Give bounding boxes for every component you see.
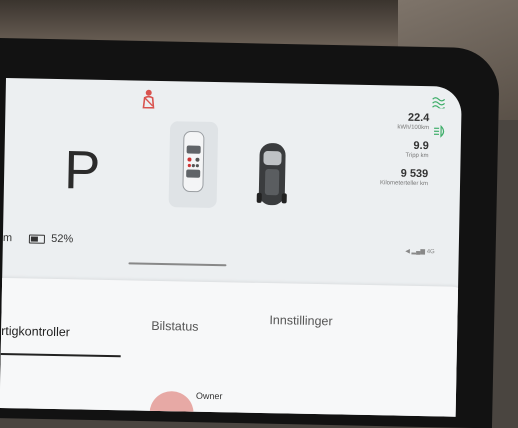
bluetooth-icon: ◀ — [405, 249, 410, 255]
range-readout: m 52% — [3, 232, 74, 245]
headlight-icon[interactable] — [433, 124, 447, 138]
odometer-value: 9 539 — [380, 167, 428, 180]
touchscreen: P 22.4 kWh/100km 9.9 Tripp — [0, 78, 462, 417]
signal-status: ◀ ▂▄▆ 4G — [405, 248, 435, 256]
trip-value: 9.9 — [381, 139, 429, 152]
range-unit: m — [3, 232, 12, 244]
odometer-label: Kilometerteller km — [380, 179, 428, 188]
gear-indicator[interactable]: P — [64, 139, 101, 202]
tab-quick-controls[interactable]: rtigkontroller — [1, 324, 70, 339]
trip-stats[interactable]: 22.4 kWh/100km 9.9 Tripp km 9 539 Kilome… — [380, 111, 430, 196]
battery-icon — [29, 234, 45, 243]
drawer-handle[interactable] — [128, 262, 226, 266]
battery-percent: 52% — [51, 233, 73, 245]
network-type: 4G — [427, 249, 435, 255]
tab-car-status[interactable]: Bilstatus — [151, 319, 199, 334]
signal-bars-icon: ▂▄▆ — [412, 249, 426, 255]
seatbelt-warning-icon — [141, 89, 155, 109]
energy-value: 22.4 — [381, 111, 429, 124]
energy-label: kWh/100km — [381, 123, 429, 132]
car-top-view-icon[interactable] — [181, 129, 206, 193]
trip-label: Tripp km — [380, 151, 428, 160]
car-3d-icon[interactable] — [256, 139, 289, 210]
climate-icon[interactable] — [431, 96, 445, 108]
tab-settings[interactable]: Innstillinger — [269, 313, 332, 328]
